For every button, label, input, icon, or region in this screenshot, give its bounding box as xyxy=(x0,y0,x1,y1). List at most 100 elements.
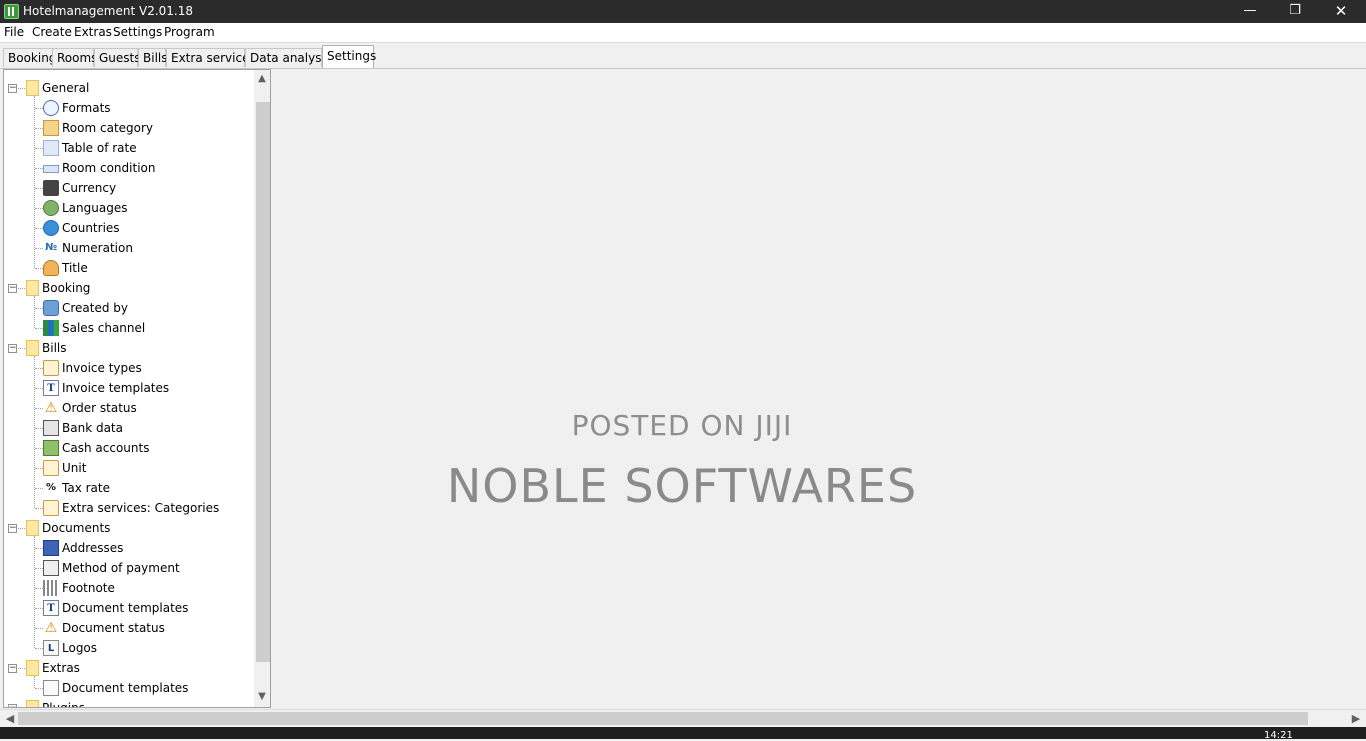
tree-scroll-thumb[interactable] xyxy=(256,102,270,662)
tree-connector xyxy=(35,368,43,369)
tree-item-document-templates[interactable]: Document templates xyxy=(4,678,250,698)
tree-item-languages[interactable]: Languages xyxy=(4,198,250,218)
collapse-icon[interactable]: − xyxy=(8,704,17,707)
tree-group-documents[interactable]: − Documents xyxy=(4,518,250,538)
scroll-left-icon[interactable]: ◀ xyxy=(3,711,17,726)
tree-item-label: Addresses xyxy=(62,541,124,555)
tree-item-invoice-types[interactable]: Invoice types xyxy=(4,358,250,378)
taskbar: 14:21 xyxy=(0,727,1366,741)
collapse-icon[interactable]: − xyxy=(8,284,17,293)
tab-guests[interactable]: Guests xyxy=(94,48,141,67)
currency-icon xyxy=(43,180,59,196)
menu-extras[interactable]: Extras xyxy=(74,25,112,39)
tree-item-method-of-payment[interactable]: Method of payment xyxy=(4,558,250,578)
bank-icon xyxy=(43,420,59,436)
tree-item-label: Document templates xyxy=(62,601,189,615)
tab-booking[interactable]: Booking xyxy=(3,48,56,67)
tree-item-invoice-templates[interactable]: T Invoice templates xyxy=(4,378,250,398)
tree-item-room-condition[interactable]: Room condition xyxy=(4,158,250,178)
tab-bills[interactable]: Bills xyxy=(138,48,168,67)
scroll-down-icon[interactable]: ▼ xyxy=(256,690,268,704)
tree-item-label: Tax rate xyxy=(62,481,110,495)
tree-item-document-status[interactable]: ⚠ Document status xyxy=(4,618,250,638)
tree-group-general[interactable]: − General xyxy=(4,78,250,98)
tree-connector xyxy=(35,468,43,469)
tab-settings[interactable]: Settings xyxy=(322,45,376,68)
tree-connector xyxy=(35,608,43,609)
tree-item-numeration[interactable]: № Numeration xyxy=(4,238,250,258)
tree-item-created-by[interactable]: Created by xyxy=(4,298,250,318)
tree-item-sales-channel[interactable]: Sales channel xyxy=(4,318,250,338)
folder-icon xyxy=(26,280,39,296)
cash-icon xyxy=(43,440,59,456)
tree-item-formats[interactable]: Formats xyxy=(4,98,250,118)
tree-item-label: Logos xyxy=(62,641,98,655)
menu-settings[interactable]: Settings xyxy=(113,25,162,39)
template-icon: T xyxy=(43,380,59,396)
tree-group-bills[interactable]: − Bills xyxy=(4,338,250,358)
tree-connector xyxy=(35,428,43,429)
tree-item-bank-data[interactable]: Bank data xyxy=(4,418,250,438)
logo-icon: L xyxy=(43,640,59,656)
tree-item-logos[interactable]: L Logos xyxy=(4,638,250,658)
collapse-icon[interactable]: − xyxy=(8,84,17,93)
tree-item-table-of-rate[interactable]: Table of rate xyxy=(4,138,250,158)
tree-item-footnote[interactable]: Footnote xyxy=(4,578,250,598)
tree-item-label: Sales channel xyxy=(62,321,146,335)
collapse-icon[interactable]: − xyxy=(8,344,17,353)
tree-item-currency[interactable]: Currency xyxy=(4,178,250,198)
bed-icon xyxy=(43,165,59,173)
collapse-icon[interactable]: − xyxy=(8,664,17,673)
scroll-up-icon[interactable]: ▲ xyxy=(256,72,268,86)
template-icon: T xyxy=(43,600,59,616)
tree-connector xyxy=(35,188,43,189)
tree-item-cash-accounts[interactable]: Cash accounts xyxy=(4,438,250,458)
close-button[interactable]: ✕ xyxy=(1318,0,1364,23)
tab-rooms[interactable]: Rooms xyxy=(52,48,97,67)
tree-scrollbar[interactable]: ▲ ▼ xyxy=(254,70,270,707)
tree-item-label: Extra services: Categories xyxy=(62,501,220,515)
tree-item-label: Created by xyxy=(62,301,129,315)
tree-item-label: Bank data xyxy=(62,421,123,435)
tree-item-label: Room condition xyxy=(62,161,156,175)
tree-connector xyxy=(35,228,43,229)
tab-extra-services[interactable]: Extra services xyxy=(166,48,256,67)
collapse-icon[interactable]: − xyxy=(8,524,17,533)
tree-group-extras[interactable]: − Extras xyxy=(4,658,250,678)
menu-file[interactable]: File xyxy=(4,25,24,39)
tree-connector xyxy=(35,448,43,449)
tree-connector xyxy=(35,508,43,509)
horizontal-scroll-thumb[interactable] xyxy=(18,712,1308,725)
tree-item-label: Numeration xyxy=(62,241,133,255)
tree-item-document-templates[interactable]: T Document templates xyxy=(4,598,250,618)
tree-item-extra-services-categories[interactable]: Extra services: Categories xyxy=(4,498,250,518)
menu-program[interactable]: Program xyxy=(164,25,215,39)
scroll-right-icon[interactable]: ▶ xyxy=(1349,711,1363,726)
tree-item-label: Table of rate xyxy=(62,141,137,155)
menu-create[interactable]: Create xyxy=(32,25,72,39)
tree-connector xyxy=(35,408,43,409)
menu-bar: File Create Extras Settings Program xyxy=(0,23,1366,43)
clock-icon xyxy=(43,100,59,116)
tree-item-unit[interactable]: Unit xyxy=(4,458,250,478)
taskbar-clock: 14:21 xyxy=(1264,730,1293,741)
tree-group-plugins[interactable]: − Plugins xyxy=(4,698,250,707)
tree-group-booking[interactable]: − Booking xyxy=(4,278,250,298)
tree-item-countries[interactable]: Countries xyxy=(4,218,250,238)
folder-icon xyxy=(26,340,39,356)
person-icon xyxy=(43,260,59,276)
tree-item-order-status[interactable]: ⚠ Order status xyxy=(4,398,250,418)
tab-data-analyses[interactable]: Data analyses xyxy=(245,48,335,67)
horizontal-scrollbar[interactable]: ◀ ▶ xyxy=(0,709,1366,727)
restore-button[interactable]: ❐ xyxy=(1272,0,1318,23)
tree-item-tax-rate[interactable]: % Tax rate xyxy=(4,478,250,498)
tree-item-addresses[interactable]: Addresses xyxy=(4,538,250,558)
minimize-button[interactable]: — xyxy=(1227,0,1273,23)
settings-tree[interactable]: − General Formats Room category Table of rat… xyxy=(3,69,271,708)
tree-item-room-category[interactable]: Room category xyxy=(4,118,250,138)
tree-item-title[interactable]: Title xyxy=(4,258,250,278)
tree-item-label: Invoice types xyxy=(62,361,142,375)
folder-icon xyxy=(26,700,39,707)
footnote-icon xyxy=(43,580,59,596)
warning-icon: ⚠ xyxy=(44,400,58,416)
